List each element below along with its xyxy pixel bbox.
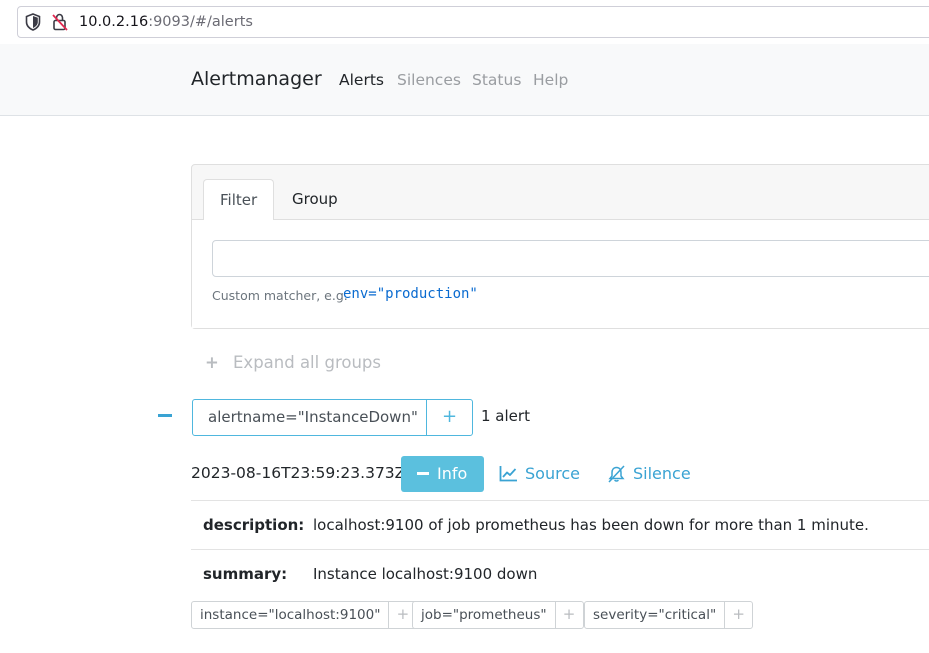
label-chip-text[interactable]: job="prometheus" (413, 602, 556, 628)
annotation-value: Instance localhost:9100 down (313, 565, 538, 583)
expand-all-groups-button[interactable]: + Expand all groups (205, 353, 381, 372)
expand-all-label: Expand all groups (233, 353, 381, 372)
annotation-row: summary: Instance localhost:9100 down (191, 549, 929, 598)
annotation-value: localhost:9100 of job prometheus has bee… (313, 516, 869, 534)
filter-tabs: Filter Group (192, 165, 929, 221)
tab-filter[interactable]: Filter (203, 179, 275, 221)
alert-count: 1 alert (481, 407, 530, 425)
brand[interactable]: Alertmanager (191, 68, 322, 90)
group-add-filter-button[interactable]: + (427, 400, 472, 435)
annotation-key: description: (203, 516, 305, 534)
info-label: Info (437, 464, 468, 483)
label-chip-instance: instance="localhost:9100" + (191, 601, 418, 629)
annotation-row: description: localhost:9100 of job prome… (191, 500, 929, 549)
insecure-lock-icon[interactable] (51, 12, 69, 32)
nav-alerts[interactable]: Alerts (339, 71, 384, 89)
silence-link[interactable]: Silence (607, 464, 691, 484)
nav-help[interactable]: Help (533, 71, 568, 89)
url-text[interactable]: 10.0.2.16:9093/#/alerts (79, 13, 253, 31)
group-label: alertname="InstanceDown" + (192, 399, 473, 436)
navbar: Alertmanager Alerts Silences Status Help (0, 44, 929, 116)
source-label: Source (525, 464, 580, 483)
nav-status[interactable]: Status (472, 71, 521, 89)
filter-card: Filter Group Custom matcher, e.g. env="p… (191, 164, 929, 329)
browser-toolbar: 10.0.2.16:9093/#/alerts (0, 0, 929, 44)
nav-silences[interactable]: Silences (397, 71, 461, 89)
tab-group[interactable]: Group (276, 179, 354, 220)
label-chip-severity: severity="critical" + (584, 601, 754, 629)
minus-icon (417, 472, 429, 475)
label-chip-job: job="prometheus" + (412, 601, 584, 629)
collapse-group-button[interactable] (158, 405, 172, 427)
filter-input[interactable] (212, 240, 929, 277)
label-add-filter-button[interactable]: + (725, 602, 752, 628)
label-chip-text[interactable]: instance="localhost:9100" (192, 602, 390, 628)
info-button[interactable]: Info (401, 456, 484, 492)
label-chip-text[interactable]: severity="critical" (585, 602, 726, 628)
plus-icon: + (205, 353, 219, 372)
url-path: :9093/#/alerts (148, 14, 253, 30)
bell-slash-icon (608, 465, 625, 483)
source-link[interactable]: Source (499, 464, 580, 484)
label-add-filter-button[interactable]: + (556, 602, 583, 628)
group-label-text[interactable]: alertname="InstanceDown" (193, 400, 427, 435)
url-host: 10.0.2.16 (79, 14, 149, 30)
annotation-key: summary: (203, 565, 288, 583)
silence-label: Silence (633, 464, 691, 483)
alert-timestamp: 2023-08-16T23:59:23.373Z (191, 464, 406, 482)
filter-example-link[interactable]: env="production" (343, 286, 478, 302)
chart-line-icon (499, 466, 517, 482)
filter-body: Custom matcher, e.g. env="production" (192, 220, 929, 328)
filter-hint: Custom matcher, e.g. (212, 288, 348, 303)
shield-icon[interactable] (24, 12, 42, 32)
